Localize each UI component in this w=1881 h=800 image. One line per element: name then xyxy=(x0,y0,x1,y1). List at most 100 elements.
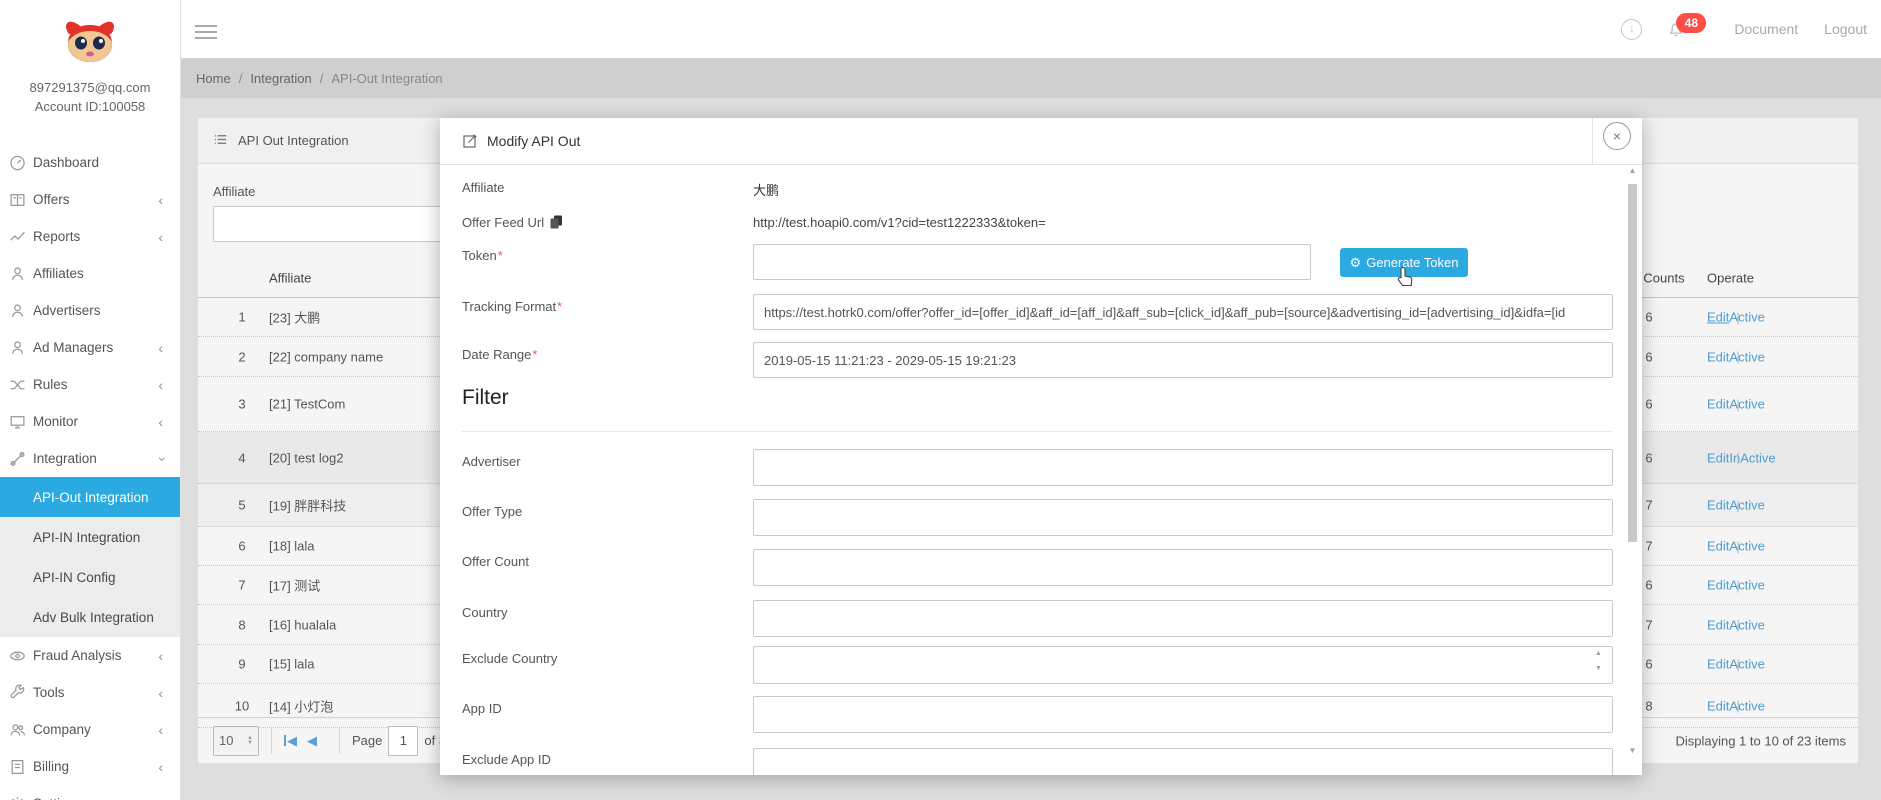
app-id-label: App ID xyxy=(462,701,502,716)
chevron-left-icon: ‹ xyxy=(158,230,163,244)
download-circle-icon[interactable]: ↓ xyxy=(1621,19,1642,40)
tracking-format-label: Tracking Format* xyxy=(462,299,562,314)
scroll-up-icon[interactable]: ▲ xyxy=(1626,166,1639,175)
exclude-country-input[interactable] xyxy=(753,646,1613,684)
panel-title: API Out Integration xyxy=(238,133,349,148)
edit-link[interactable]: Edit xyxy=(1707,617,1729,632)
copy-icon[interactable] xyxy=(550,215,563,232)
sidebar-item-ad-managers[interactable]: Ad Managers ‹ xyxy=(0,329,180,366)
status-link[interactable]: Active xyxy=(1729,498,1764,513)
filter-section-heading: Filter xyxy=(462,386,509,410)
chevron-left-icon: ‹ xyxy=(158,378,163,392)
edit-link[interactable]: Edit xyxy=(1707,397,1729,412)
status-link[interactable]: Active xyxy=(1729,657,1764,672)
page-number-input[interactable]: 1 xyxy=(388,726,418,756)
status-link[interactable]: Active xyxy=(1729,698,1764,713)
header-divider xyxy=(1592,118,1593,164)
scrollbar-thumb[interactable] xyxy=(1628,184,1637,542)
sidebar-item-settings[interactable]: Settings xyxy=(0,785,180,800)
sidebar-item-affiliates[interactable]: Affiliates xyxy=(0,255,180,292)
token-label: Token* xyxy=(462,248,503,263)
status-link[interactable]: Active xyxy=(1729,539,1764,554)
sidebar-item-api-out-integration[interactable]: API-Out Integration xyxy=(0,477,180,517)
link-icon xyxy=(9,450,26,467)
sidebar-item-integration[interactable]: Integration ‹ xyxy=(0,440,180,477)
notification-badge: 48 xyxy=(1676,13,1706,33)
textarea-scroll-arrows[interactable]: ▲▼ xyxy=(1595,650,1602,672)
offer-count-label: Offer Count xyxy=(462,554,529,569)
sidebar-item-billing[interactable]: Billing ‹ xyxy=(0,748,180,785)
monitor-icon xyxy=(9,413,26,430)
edit-link[interactable]: Edit xyxy=(1707,539,1729,554)
column-counts: Counts xyxy=(1634,271,1694,286)
scroll-down-icon[interactable]: ▼ xyxy=(1626,746,1639,755)
prev-page-button[interactable]: ◀ xyxy=(307,733,317,749)
sidebar-item-reports[interactable]: Reports ‹ xyxy=(0,218,180,255)
exclude-country-label: Exclude Country xyxy=(462,651,557,666)
sidebar: 897291375@qq.com Account ID:100058 Dashb… xyxy=(0,0,181,800)
edit-link[interactable]: Edit xyxy=(1707,310,1729,325)
menu-toggle-button[interactable] xyxy=(195,25,217,39)
sidebar-item-monitor[interactable]: Monitor ‹ xyxy=(0,403,180,440)
status-link[interactable]: Active xyxy=(1729,578,1764,593)
sidebar-item-api-in-config[interactable]: API-IN Config xyxy=(0,557,180,597)
date-range-input[interactable] xyxy=(753,342,1613,378)
modal-scrollbar[interactable]: ▲ ▼ xyxy=(1626,164,1639,775)
offer-type-input[interactable] xyxy=(753,499,1613,536)
select-spinner-icon: ▲▼ xyxy=(247,736,253,746)
status-link[interactable]: Active xyxy=(1729,310,1764,325)
book-icon xyxy=(9,191,26,208)
status-link[interactable]: Active xyxy=(1729,397,1764,412)
first-page-button[interactable]: ◀ xyxy=(284,733,297,749)
sidebar-item-fraud-analysis[interactable]: Fraud Analysis ‹ xyxy=(0,637,180,674)
edit-link[interactable]: Edit xyxy=(1707,498,1729,513)
tracking-format-input[interactable] xyxy=(753,294,1613,330)
breadcrumb-integration[interactable]: Integration xyxy=(250,71,311,86)
chevron-left-icon: ‹ xyxy=(158,760,163,774)
displaying-items-text: Displaying 1 to 10 of 23 items xyxy=(1675,733,1846,748)
chevron-left-icon: ‹ xyxy=(158,723,163,737)
close-icon[interactable]: × xyxy=(1603,122,1631,150)
offer-feed-url-label: Offer Feed Url xyxy=(462,215,563,232)
filter-divider xyxy=(462,431,1613,432)
page: 897291375@qq.com Account ID:100058 Dashb… xyxy=(0,0,1881,800)
logout-link[interactable]: Logout xyxy=(1824,21,1867,37)
edit-link[interactable]: Edit xyxy=(1707,657,1729,672)
page-size-select[interactable]: 10 ▲▼ xyxy=(213,726,259,756)
sidebar-item-dashboard[interactable]: Dashboard xyxy=(0,144,180,181)
person-icon xyxy=(9,339,26,356)
notifications[interactable]: 48 xyxy=(1668,14,1708,44)
sidebar-item-offers[interactable]: Offers ‹ xyxy=(0,181,180,218)
list-icon xyxy=(213,132,228,150)
edit-link[interactable]: Edit xyxy=(1707,349,1729,364)
breadcrumb-home[interactable]: Home xyxy=(196,71,231,86)
gauge-icon xyxy=(9,154,26,171)
sidebar-item-company[interactable]: Company ‹ xyxy=(0,711,180,748)
advertiser-input[interactable] xyxy=(753,449,1613,486)
affiliate-value: 大鹏 xyxy=(753,180,779,199)
chevron-down-icon: ‹ xyxy=(154,456,168,461)
shuffle-icon xyxy=(9,376,26,393)
sidebar-item-rules[interactable]: Rules ‹ xyxy=(0,366,180,403)
edit-link[interactable]: Edit xyxy=(1707,578,1729,593)
document-link[interactable]: Document xyxy=(1734,21,1798,37)
status-link[interactable]: Active xyxy=(1729,349,1764,364)
user-email: 897291375@qq.com xyxy=(0,80,180,95)
sidebar-item-tools[interactable]: Tools ‹ xyxy=(0,674,180,711)
chevron-left-icon: ‹ xyxy=(158,649,163,663)
edit-link[interactable]: Edit xyxy=(1707,450,1729,465)
date-range-label: Date Range* xyxy=(462,347,537,362)
exclude-app-id-input[interactable] xyxy=(753,748,1613,775)
modify-api-out-modal: Modify API Out × Affiliate 大鹏 Offer Feed… xyxy=(440,118,1642,775)
token-input[interactable] xyxy=(753,244,1311,280)
offer-count-input[interactable] xyxy=(753,549,1613,586)
app-id-input[interactable] xyxy=(753,696,1613,733)
exclude-app-id-label: Exclude App ID xyxy=(462,752,551,767)
sidebar-item-advertisers[interactable]: Advertisers xyxy=(0,292,180,329)
sidebar-item-adv-bulk-integration[interactable]: Adv Bulk Integration xyxy=(0,597,180,637)
sidebar-item-api-in-integration[interactable]: API-IN Integration xyxy=(0,517,180,557)
edit-link[interactable]: Edit xyxy=(1707,698,1729,713)
country-input[interactable] xyxy=(753,600,1613,637)
chevron-left-icon: ‹ xyxy=(158,415,163,429)
status-link[interactable]: Active xyxy=(1729,617,1764,632)
